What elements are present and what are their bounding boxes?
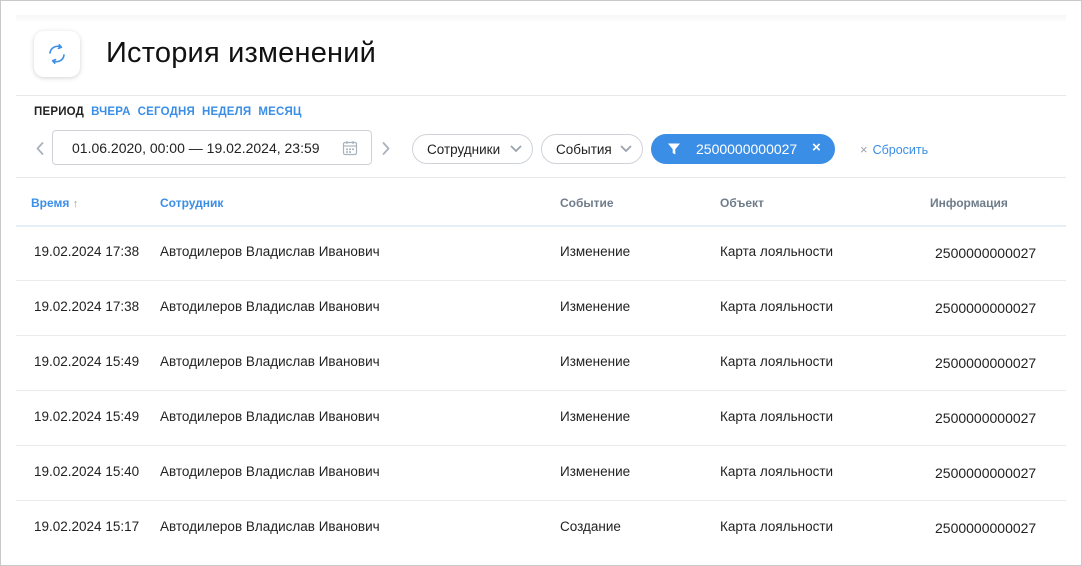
column-header-object: Объект [720, 196, 764, 210]
cell-employee: Автодилеров Владислав Иванович [160, 519, 380, 534]
cell-event: Изменение [560, 464, 631, 479]
sort-arrow-icon: ↑ [72, 198, 79, 210]
calendar-icon[interactable] [342, 140, 358, 156]
cell-time: 19.02.2024 17:38 [34, 299, 140, 314]
cell-object: Карта лояльности [720, 244, 834, 259]
chevron-left-icon[interactable] [33, 138, 47, 158]
cell-time: 19.02.2024 15:49 [34, 409, 140, 424]
employees-filter-dropdown[interactable]: Сотрудники [412, 134, 533, 164]
cell-employee: Автодилеров Владислав Иванович [160, 299, 380, 314]
cell-info: 2500000000027 [935, 245, 1037, 261]
column-header-employee[interactable]: Сотрудник [160, 196, 223, 210]
date-range-input[interactable]: 01.06.2020, 00:00 — 19.02.2024, 23:59 [52, 130, 372, 165]
period-label: ПЕРИОД [34, 106, 85, 118]
cell-event: Изменение [560, 354, 631, 369]
filter-icon [668, 143, 680, 155]
page-title: История изменений [106, 37, 377, 69]
cell-object: Карта лояльности [720, 299, 834, 314]
table-row[interactable]: 19.02.2024 17:38 Автодилеров Владислав И… [16, 225, 1066, 281]
table-row[interactable]: 19.02.2024 15:49 Автодилеров Владислав И… [16, 335, 1066, 391]
employees-filter-label: Сотрудники [427, 141, 501, 157]
refresh-icon [34, 31, 80, 77]
date-range-value: 01.06.2020, 00:00 — 19.02.2024, 23:59 [72, 140, 320, 156]
cell-object: Карта лояльности [720, 519, 834, 534]
cell-object: Карта лояльности [720, 409, 834, 424]
cell-info: 2500000000027 [935, 300, 1037, 316]
column-header-event: Событие [560, 196, 614, 210]
cell-object: Карта лояльности [720, 464, 834, 479]
reset-label: Сбросить [872, 143, 929, 157]
cell-info: 2500000000027 [935, 520, 1037, 536]
cell-employee: Автодилеров Владислав Иванович [160, 244, 380, 259]
cell-employee: Автодилеров Владислав Иванович [160, 464, 380, 479]
history-window: История изменений ПЕРИОД ВЧЕРА СЕГОДНЯ Н… [0, 0, 1082, 566]
events-filter-label: События [556, 141, 612, 157]
cell-object: Карта лояльности [720, 354, 834, 369]
column-header-info: Информация [930, 196, 1008, 210]
reset-button[interactable]: × Сбросить [860, 142, 928, 157]
chevron-down-icon [510, 145, 522, 152]
column-header-time[interactable]: Время ↑ [31, 196, 78, 210]
cell-time: 19.02.2024 15:49 [34, 354, 140, 369]
cell-info: 2500000000027 [935, 410, 1037, 426]
table-row[interactable]: 19.02.2024 15:49 Автодилеров Владислав И… [16, 390, 1066, 446]
reset-x-icon: × [860, 142, 868, 157]
cell-event: Создание [560, 519, 621, 534]
period-month[interactable]: МЕСЯЦ [258, 106, 301, 118]
cell-time: 19.02.2024 15:40 [34, 464, 140, 479]
cell-event: Изменение [560, 409, 631, 424]
close-icon[interactable]: × [812, 139, 821, 156]
cell-employee: Автодилеров Владислав Иванович [160, 409, 380, 424]
events-filter-dropdown[interactable]: События [541, 134, 643, 164]
active-filter-chip[interactable]: 2500000000027 × [651, 134, 835, 164]
cell-event: Изменение [560, 299, 631, 314]
table-row[interactable]: 19.02.2024 15:40 Автодилеров Владислав И… [16, 445, 1066, 501]
cell-employee: Автодилеров Владислав Иванович [160, 354, 380, 369]
chevron-down-icon [620, 145, 632, 152]
period-today[interactable]: СЕГОДНЯ [138, 106, 195, 118]
cell-info: 2500000000027 [935, 355, 1037, 371]
active-filter-value: 2500000000027 [696, 141, 798, 157]
table-row[interactable]: 19.02.2024 15:17 Автодилеров Владислав И… [16, 500, 1066, 555]
period-yesterday[interactable]: ВЧЕРА [91, 106, 131, 118]
page-header: История изменений [16, 15, 1066, 96]
cell-time: 19.02.2024 15:17 [34, 519, 140, 534]
period-week[interactable]: НЕДЕЛЯ [202, 106, 251, 118]
period-selector: ПЕРИОД ВЧЕРА СЕГОДНЯ НЕДЕЛЯ МЕСЯЦ [34, 106, 302, 118]
column-header-time-label: Время [31, 196, 70, 210]
cell-info: 2500000000027 [935, 465, 1037, 481]
table-header: Время ↑ Сотрудник Событие Объект Информа… [16, 178, 1066, 227]
chevron-right-icon[interactable] [379, 138, 393, 158]
cell-event: Изменение [560, 244, 631, 259]
cell-time: 19.02.2024 17:38 [34, 244, 140, 259]
table-row[interactable]: 19.02.2024 17:38 Автодилеров Владислав И… [16, 280, 1066, 336]
